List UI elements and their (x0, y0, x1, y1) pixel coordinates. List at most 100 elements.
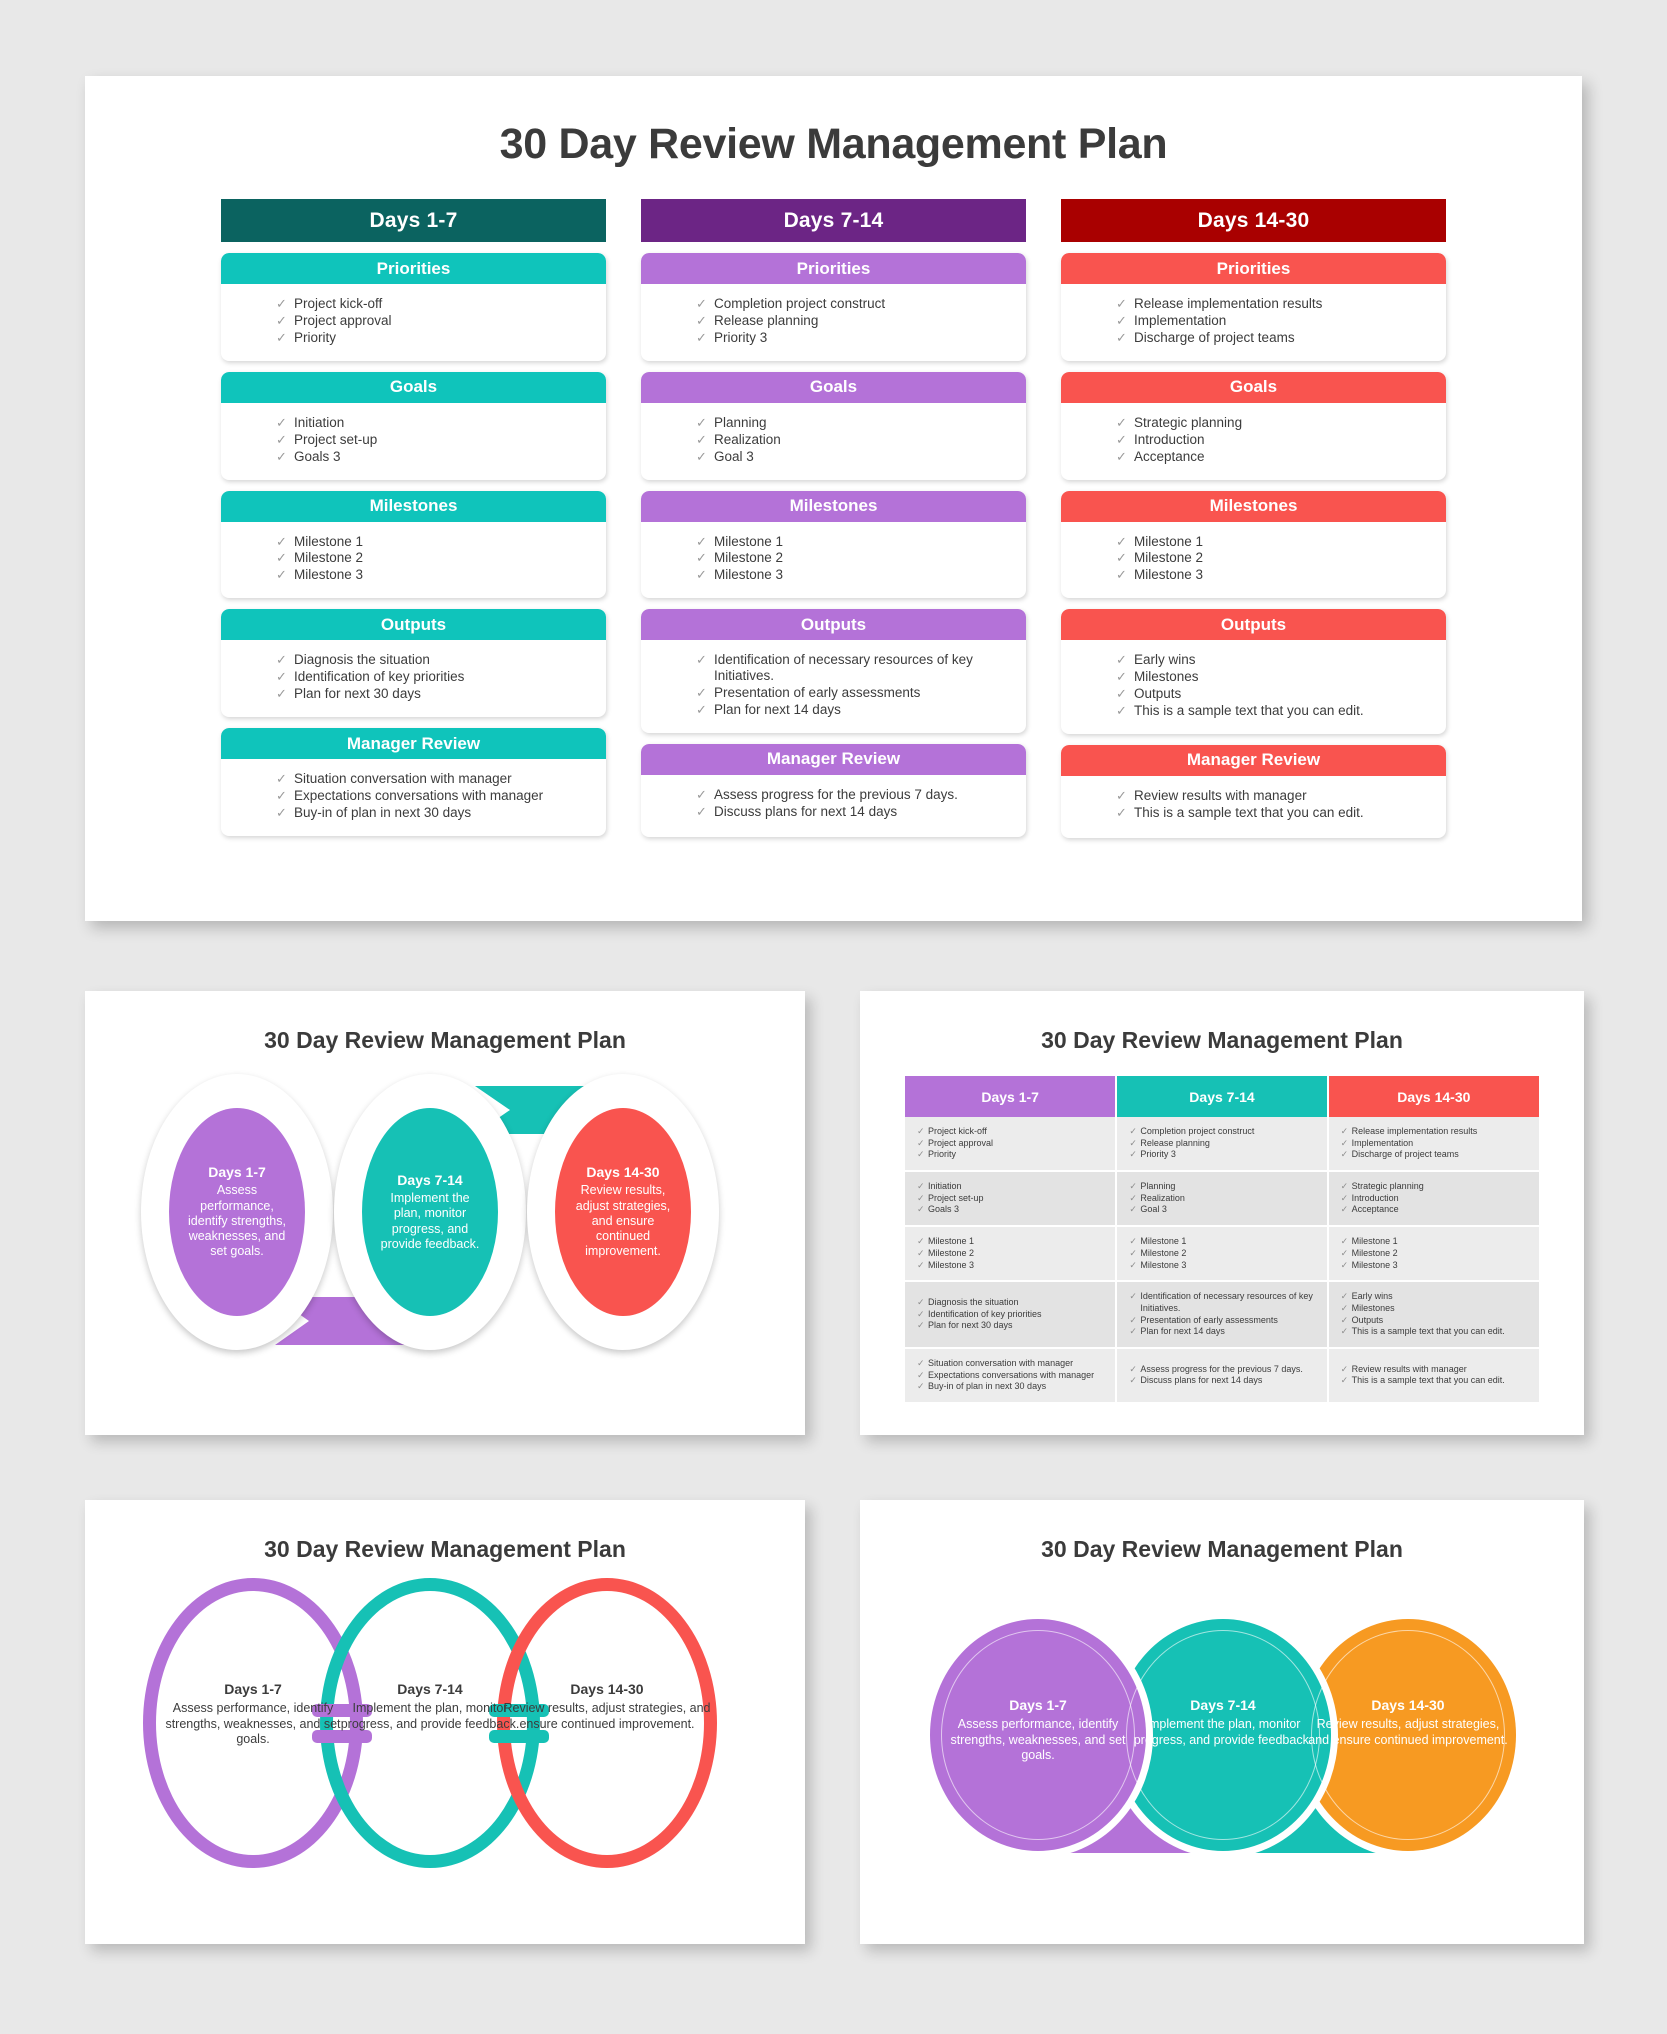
plan-section: Priorities ✓ Release implementation result… (1061, 253, 1446, 361)
list-item: ✓ Discharge of project teams (1341, 1149, 1533, 1161)
check-icon: ✓ (1116, 414, 1127, 430)
list-item: ✓ Introduction (1341, 1193, 1533, 1205)
list-item: ✓ Discharge of project teams (1116, 330, 1436, 346)
check-icon: ✓ (917, 1192, 925, 1203)
list-item: ✓ Presentation of early assessments (696, 685, 1016, 701)
list-item-label: Goals 3 (928, 1204, 960, 1215)
table-column-header: Days 7-14 (1116, 1076, 1329, 1117)
check-icon: ✓ (1340, 1126, 1349, 1136)
list-item-label: Milestone 1 (1134, 533, 1204, 549)
check-icon: ✓ (1340, 1375, 1349, 1386)
check-icon: ✓ (917, 1357, 925, 1368)
check-icon: ✓ (1340, 1259, 1349, 1270)
ring-stage-title: Days 14-30 (570, 1681, 644, 1697)
list-item-label: Situation conversation with manager (294, 771, 512, 787)
list-item-label: Outputs (1134, 686, 1182, 702)
list-item: ✓ Plan for next 14 days (696, 702, 1016, 718)
check-icon: ✓ (1340, 1326, 1349, 1337)
main-slide: 30 Day Review Management Plan Days 1-7 Pr… (85, 76, 1582, 921)
check-icon: ✓ (696, 702, 707, 718)
list-item-label: Milestone 3 (1134, 567, 1204, 583)
list-item-label: Milestone 2 (928, 1247, 975, 1258)
check-icon: ✓ (917, 1247, 925, 1258)
list-item: ✓ Priority 3 (1129, 1149, 1320, 1161)
plan-section-list: ✓ Completion project construct ✓ Release pl… (641, 284, 1026, 361)
check-icon: ✓ (696, 550, 707, 566)
oval-stage[interactable]: Days 7-14 Implement the plan, monitor pro… (362, 1108, 498, 1316)
table-cell: ✓ Milestone 1 ✓ Milestone 2 ✓ Milestone 3 (1327, 1226, 1539, 1283)
plan-section: Milestones ✓ Milestone 1 ✓ Milestone 2 ✓ Miles… (1061, 490, 1446, 599)
list-item: ✓ Identification of necessary resources o… (1129, 1291, 1320, 1314)
check-icon: ✓ (1340, 1204, 1349, 1215)
list-item-label: Diagnosis the situation (928, 1297, 1019, 1308)
list-item: ✓ Plan for next 14 days (1129, 1326, 1320, 1338)
plan-section-list: ✓ Milestone 1 ✓ Milestone 2 ✓ Milestone 3 (1061, 522, 1446, 599)
thumbnail-slide-ovals[interactable]: 30 Day Review Management Plan Days 1-7 As… (85, 991, 805, 1435)
ring-stage-desc: Review results, adjust strategies, and e… (503, 1701, 711, 1731)
list-item: ✓ Milestone 3 (696, 567, 1016, 583)
plan-section-header: Manager Review (1061, 744, 1446, 776)
table-cell: ✓ Early wins ✓ Milestones ✓ Outputs ✓ This is a… (1327, 1281, 1539, 1349)
check-icon: ✓ (276, 312, 287, 328)
check-icon: ✓ (696, 296, 707, 311)
plan-section: Manager Review ✓ Situation conversation wi… (221, 728, 606, 836)
list-item: ✓ Goals 3 (917, 1204, 1109, 1216)
plan-section: Milestones ✓ Milestone 1 ✓ Milestone 2 ✓ Miles… (641, 490, 1026, 599)
list-item: ✓ Milestones (1116, 669, 1436, 685)
list-item-label: Introduction (1134, 431, 1205, 447)
oval-stage[interactable]: Days 14-30 Review results, adjust strateg… (555, 1108, 691, 1316)
plan-section-header: Priorities (221, 253, 606, 284)
check-icon: ✓ (696, 786, 707, 802)
plan-section: Priorities ✓ Project kick-off ✓ Project appr… (221, 253, 606, 361)
list-item: ✓ Release implementation results (1341, 1126, 1533, 1138)
list-item: ✓ Project kick-off (276, 296, 596, 312)
plan-section-header: Goals (221, 371, 606, 403)
check-icon: ✓ (276, 669, 287, 685)
oval-stage[interactable]: Days 1-7 Assess performance, identify str… (169, 1108, 305, 1316)
check-icon: ✓ (1340, 1137, 1349, 1148)
list-item-label: Priority (928, 1149, 957, 1160)
list-item: ✓ Presentation of early assessments (1129, 1315, 1320, 1327)
plan-section-header: Milestones (1061, 490, 1446, 522)
plan-section-list: ✓ Strategic planning ✓ Introduction ✓ Accepta… (1061, 403, 1446, 480)
list-item: ✓ Discuss plans for next 14 days (1129, 1375, 1320, 1387)
check-icon: ✓ (917, 1149, 925, 1160)
thumbnail-slide-blobs[interactable]: 30 Day Review Management Plan Days 1-7 As… (860, 1500, 1584, 1944)
check-icon: ✓ (1340, 1247, 1349, 1258)
thumb-blobs-title: 30 Day Review Management Plan (1041, 1536, 1403, 1562)
plan-section: Priorities ✓ Completion project construct ✓… (641, 253, 1026, 361)
list-item-label: Assess progress for the previous 7 days. (714, 786, 958, 802)
list-item-label: Milestone 3 (928, 1259, 975, 1270)
list-item-label: Identification of necessary resources of… (714, 652, 973, 684)
list-item-label: Realization (714, 431, 781, 447)
check-icon: ✓ (1129, 1181, 1137, 1192)
list-item-label: Priority (294, 329, 337, 345)
list-item: ✓ Expectations conversations with manager (917, 1370, 1109, 1382)
list-item-label: Goals 3 (294, 448, 341, 464)
list-item-label: Milestones (1351, 1302, 1395, 1313)
list-item-label: Priority 3 (1140, 1149, 1176, 1160)
thumbnail-slide-table[interactable]: 30 Day Review Management Plan Days 1-7 Da… (860, 991, 1584, 1435)
list-item: ✓ Identification of necessary resources o… (696, 652, 1016, 684)
thumb-rings-title: 30 Day Review Management Plan (264, 1536, 626, 1562)
list-item: ✓ Buy-in of plan in next 30 days (276, 805, 596, 821)
plan-section-header: Outputs (641, 609, 1026, 641)
list-item: ✓ Discuss plans for next 14 days (696, 804, 1016, 820)
list-item-label: Goal 3 (714, 448, 754, 464)
list-item-label: Milestone 1 (928, 1236, 975, 1247)
check-icon: ✓ (1340, 1314, 1349, 1325)
plan-section-list: ✓ Situation conversation with manager ✓ Exp… (221, 759, 606, 836)
check-icon: ✓ (1116, 669, 1127, 685)
table-cell: ✓ Planning ✓ Realization ✓ Goal 3 (1116, 1171, 1329, 1228)
check-icon: ✓ (1340, 1236, 1349, 1247)
check-icon: ✓ (1129, 1236, 1137, 1247)
check-icon: ✓ (917, 1381, 925, 1392)
thumbnail-slide-rings[interactable]: 30 Day Review Management Plan Days 1-7 As… (85, 1500, 805, 1944)
list-item-label: Plan for next 30 days (294, 686, 421, 702)
check-icon: ✓ (1129, 1259, 1137, 1270)
list-item: ✓ Milestone 2 (917, 1248, 1109, 1260)
check-icon: ✓ (917, 1204, 925, 1215)
list-item: ✓ Release implementation results (1116, 296, 1436, 312)
plan-section: Manager Review ✓ Review results with manag… (1061, 744, 1446, 838)
check-icon: ✓ (917, 1369, 925, 1380)
